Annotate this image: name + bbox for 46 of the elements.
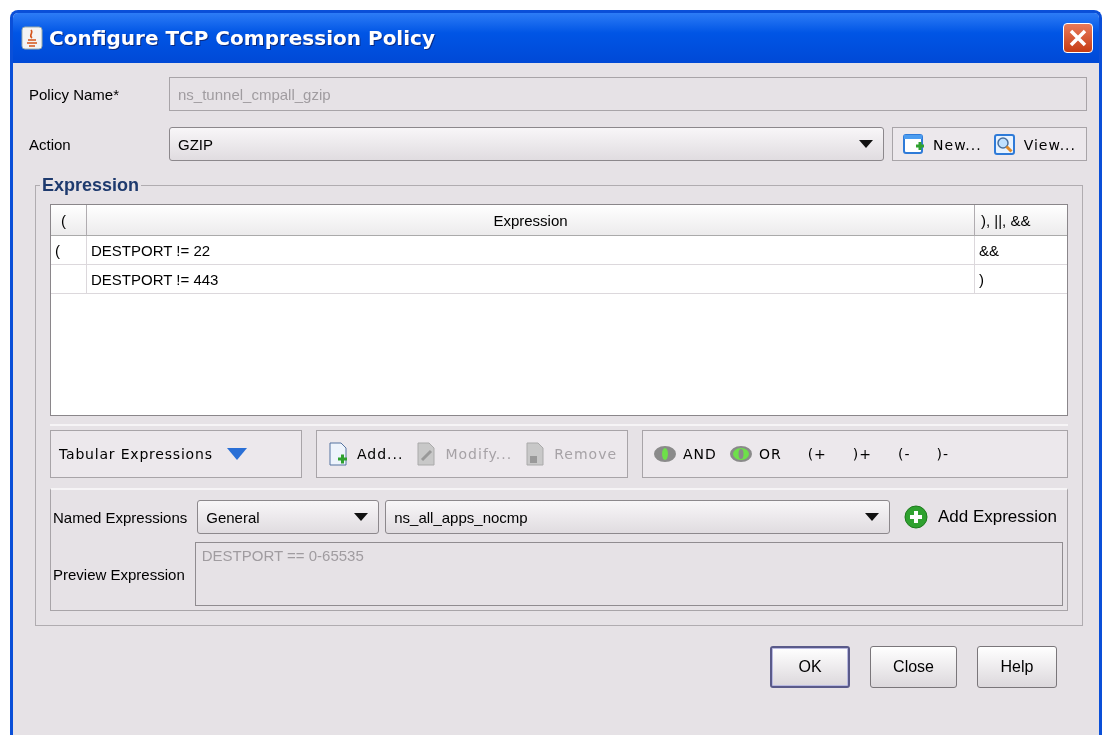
remove-document-icon [524, 442, 547, 466]
group-title: Expression [41, 175, 141, 196]
field-label: Policy Name* [29, 85, 121, 103]
table-cell: DESTPORT != 443 [91, 270, 219, 288]
add-button[interactable]: Add... [321, 437, 410, 471]
or-button[interactable]: OR [724, 439, 786, 469]
table-cell: && [979, 241, 999, 259]
edit-document-icon [415, 442, 438, 466]
dropdown-arrow-icon [354, 513, 369, 521]
and-button[interactable]: AND [649, 439, 721, 469]
add-icon [903, 505, 928, 529]
preview-expression-field: DESTPORT == 0-65535 [194, 542, 1063, 606]
action-dropdown[interactable]: GZIP [169, 127, 885, 161]
field-label: Named Expressions [52, 508, 188, 526]
field-label: Preview Expression [52, 565, 185, 583]
parenthesis-button[interactable]: )- [932, 439, 954, 469]
dropdown-arrow-icon [226, 448, 247, 460]
parenthesis-button[interactable]: (- [894, 439, 915, 469]
or-icon [728, 445, 753, 463]
dropdown-arrow-icon [859, 140, 874, 148]
add-expression-button[interactable]: Add Expression [899, 505, 1067, 529]
dialog-button[interactable]: Close [870, 646, 957, 688]
column-header[interactable]: ( [61, 211, 66, 229]
table-cell: ) [979, 270, 984, 288]
search-icon [993, 134, 1016, 156]
column-header[interactable]: Expression [493, 211, 568, 229]
dropdown-arrow-icon [864, 513, 879, 521]
app-icon [21, 26, 43, 50]
field-label: Action [29, 135, 72, 153]
parenthesis-button[interactable]: (+ [803, 439, 831, 469]
window-title: Configure TCP Compression Policy [49, 26, 436, 50]
table-cell: ( [55, 241, 60, 259]
new-window-icon [903, 134, 926, 156]
tabular-expressions-menu[interactable]: Tabular Expressions [50, 430, 302, 478]
add-document-icon [327, 442, 349, 466]
named-expression-dropdown[interactable]: ns_all_apps_nocmp [385, 500, 890, 534]
category-dropdown[interactable]: General [197, 500, 380, 534]
dialog-button[interactable]: Help [977, 646, 1057, 688]
close-button[interactable] [1063, 23, 1093, 53]
new-button[interactable]: New... [897, 128, 988, 162]
column-header[interactable]: ), ||, && [981, 211, 1031, 229]
parenthesis-button[interactable]: )+ [848, 439, 877, 469]
dialog-button[interactable]: OK [770, 646, 851, 688]
table-cell: DESTPORT != 22 [91, 241, 211, 259]
view-button[interactable]: View... [987, 128, 1082, 162]
and-icon [653, 445, 678, 463]
